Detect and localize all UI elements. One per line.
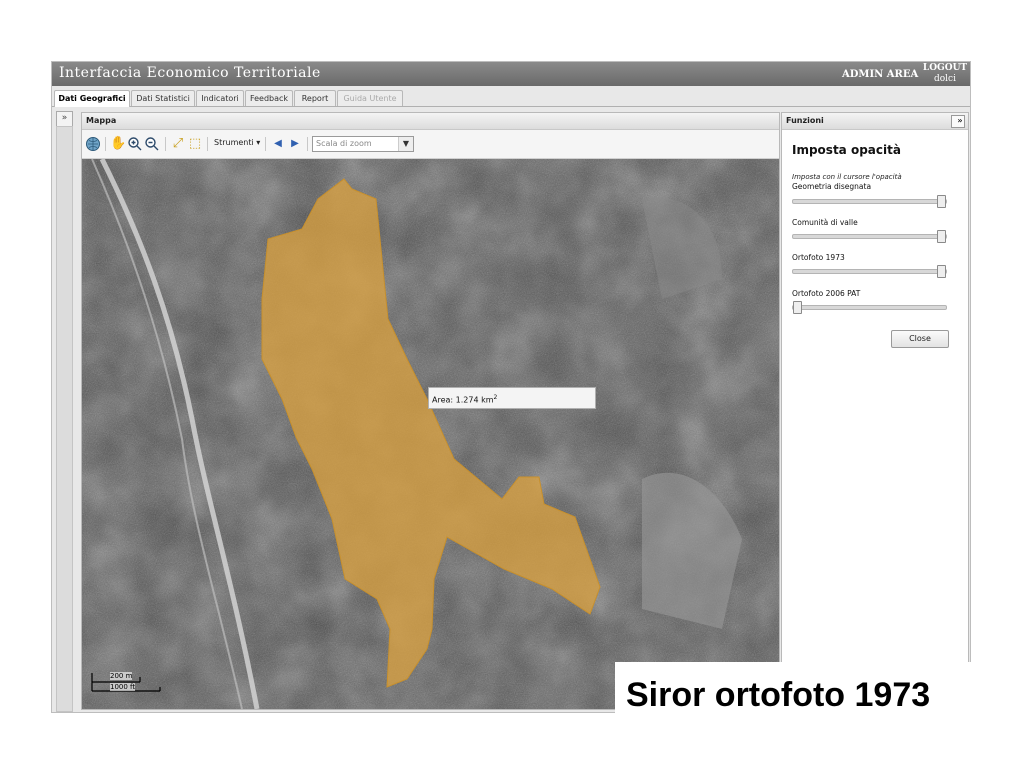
admin-area-link[interactable]: ADMIN AREA — [842, 69, 918, 80]
logout-link[interactable]: LOGOUT — [922, 63, 968, 74]
toolbar-separator — [207, 137, 208, 151]
map-panel: Mappa ✋ ⤢ ⬚ Strumenti ▾ ◀ ▶ Scala di zoo — [81, 112, 780, 710]
opacity-slider-ortofoto-1973[interactable] — [792, 265, 947, 278]
toolbar-separator — [165, 137, 166, 151]
opacity-hint: Imposta con il cursore l'opacità — [792, 173, 902, 181]
functions-panel-header: Funzioni » — [782, 113, 968, 130]
application-window: Interfaccia Economico Territoriale ADMIN… — [51, 61, 971, 713]
app-title: Interfaccia Economico Territoriale — [59, 65, 321, 81]
functions-panel-title: Funzioni — [786, 116, 824, 125]
scale-bar: 200 m 1000 ft — [90, 671, 170, 695]
expand-left-panel-button[interactable]: » — [56, 111, 73, 127]
strumenti-menu[interactable]: Strumenti ▾ — [214, 138, 260, 147]
tab-indicatori[interactable]: Indicatori — [196, 90, 244, 106]
slide-caption: Siror ortofoto 1973 — [626, 676, 931, 714]
pan-hand-icon[interactable]: ✋ — [110, 136, 126, 152]
opacity-slider-geometria[interactable] — [792, 195, 947, 208]
map-panel-title: Mappa — [82, 113, 779, 130]
tab-dati-geografici[interactable]: Dati Geografici — [54, 90, 130, 107]
tab-guida-utente: Guida Utente — [337, 90, 403, 106]
slider-thumb[interactable] — [937, 230, 946, 243]
toolbar-separator — [105, 137, 106, 151]
zoom-scale-placeholder: Scala di zoom — [316, 139, 372, 148]
orthophoto-map — [82, 159, 779, 709]
title-bar: Interfaccia Economico Territoriale ADMIN… — [52, 62, 970, 86]
zoom-in-icon[interactable] — [127, 136, 143, 152]
slider-label-ortofoto-2006: Ortofoto 2006 PAT — [792, 289, 861, 298]
main-tabs: Dati Geografici Dati Statistici Indicato… — [52, 88, 970, 107]
logout-block[interactable]: LOGOUT dolci — [922, 63, 968, 85]
globe-icon[interactable] — [85, 136, 101, 152]
close-button[interactable]: Close — [891, 330, 949, 348]
slider-label-ortofoto-1973: Ortofoto 1973 — [792, 253, 845, 262]
left-collapsed-panel — [56, 126, 73, 712]
slider-label-comunita: Comunità di valle — [792, 218, 858, 227]
zoom-scale-select[interactable]: Scala di zoom ▼ — [312, 136, 414, 152]
tab-dati-statistici[interactable]: Dati Statistici — [131, 90, 195, 106]
opacity-title: Imposta opacità — [792, 143, 901, 157]
scale-meters: 200 m — [110, 672, 133, 680]
slider-thumb[interactable] — [937, 265, 946, 278]
tab-report[interactable]: Report — [294, 90, 336, 106]
collapse-right-panel-button[interactable]: » — [951, 115, 965, 128]
zoom-extent-icon[interactable]: ⤢ — [170, 136, 186, 152]
zoom-box-icon[interactable]: ⬚ — [187, 136, 203, 152]
scale-feet: 1000 ft — [110, 683, 136, 691]
zoom-out-icon[interactable] — [144, 136, 160, 152]
map-toolbar: ✋ ⤢ ⬚ Strumenti ▾ ◀ ▶ Scala di zoom ▼ — [82, 130, 779, 159]
toolbar-separator — [307, 137, 308, 151]
slider-label-geometria: Geometria disegnata — [792, 182, 872, 191]
opacity-slider-ortofoto-2006[interactable] — [792, 301, 947, 314]
opacity-slider-comunita[interactable] — [792, 230, 947, 243]
slider-thumb[interactable] — [937, 195, 946, 208]
chevron-down-icon[interactable]: ▼ — [398, 137, 413, 151]
map-canvas[interactable]: Area: 1.274 km2 200 m 1000 ft — [82, 159, 779, 709]
username-label: dolci — [934, 74, 956, 84]
area-measurement-label: Area: 1.274 km2 — [428, 387, 596, 409]
next-extent-icon[interactable]: ▶ — [287, 136, 303, 152]
strumenti-label: Strumenti — [214, 138, 254, 147]
functions-panel: Funzioni » Imposta opacità Imposta con i… — [781, 112, 969, 669]
tab-feedback[interactable]: Feedback — [245, 90, 293, 106]
toolbar-separator — [265, 137, 266, 151]
area-value: Area: 1.274 km — [432, 395, 494, 405]
slider-thumb[interactable] — [793, 301, 802, 314]
previous-extent-icon[interactable]: ◀ — [270, 136, 286, 152]
area-unit-superscript: 2 — [493, 394, 498, 401]
